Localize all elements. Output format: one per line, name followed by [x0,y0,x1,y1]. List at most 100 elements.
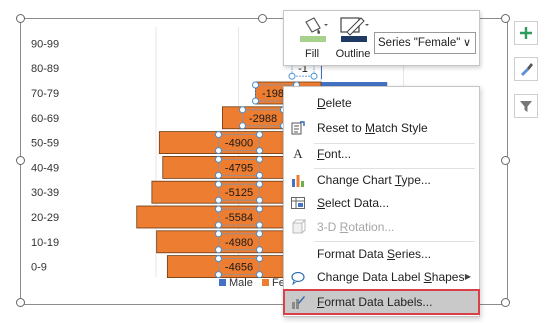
data-label-selection-handle [256,147,263,155]
category-label: 80-89 [31,63,59,75]
category-label: 70-79 [31,88,59,100]
chart-filters-button[interactable] [514,94,538,118]
data-label-female: -4656 [225,262,253,274]
data-label-female: -5125 [225,187,253,199]
outline-pen-icon [340,17,369,42]
data-label-selection-handle [215,205,222,213]
series-select-value: Series "Female" [378,37,461,49]
data-label-selection-handle [239,106,246,114]
chart-type-icon [290,172,306,188]
menu-item-label: 3-D Rotation... [317,220,395,234]
chart-resize-handle-left[interactable] [16,156,25,165]
data-label-selection-handle [215,196,222,204]
category-label: 40-49 [31,162,59,174]
chart-resize-handle-tr[interactable] [501,14,510,23]
legend-swatch-male [219,279,226,286]
menu-item-format-data-series[interactable]: Format Data Series... [284,242,479,266]
chart-filters-icon [520,101,532,112]
data-label-selection-handle [239,122,246,130]
fill-bucket-icon [300,17,328,42]
category-label: 0-9 [31,262,47,274]
data-label-selection-handle [256,171,263,179]
category-label: 50-59 [31,138,59,150]
data-label-selection-handle [256,180,263,188]
data-label-selection-handle [252,81,259,89]
fill-label: Fill [304,48,320,60]
chart-element-select[interactable]: Series "Female" ∨ [374,32,476,54]
data-label-selection-handle [256,230,263,238]
menu-item-change-label-shapes[interactable]: Change Data Label Shapes ▶ [284,265,479,289]
font-icon: A [293,146,303,161]
select-data-icon [290,195,306,211]
menu-item-label: Font... [317,147,352,161]
rotation-3d-icon [290,219,306,235]
data-label-female: -4980 [225,237,253,249]
data-label-selection-handle [256,246,263,254]
menu-item-reset-style[interactable]: Reset to Match Style [284,116,479,140]
data-label-selection-handle [256,255,263,263]
data-label-selection-handle [215,180,222,188]
data-label-selection-handle [256,131,263,139]
menu-item-label: Change Chart Type... [317,173,431,187]
data-label-selection-handle [215,171,222,179]
menu-item-delete[interactable]: Delete [284,91,479,115]
format-mini-toolbar: Fill Outline Series "Female" ∨ [283,10,480,66]
chart-resize-handle-right[interactable] [501,156,510,165]
menu-item-label: Change Data Label Shapes [317,270,465,284]
data-label-female: -5584 [225,212,253,224]
data-label-selection-handle [215,255,222,263]
chart-resize-handle-bl[interactable] [16,298,25,307]
chevron-down-icon: ∨ [462,37,471,49]
menu-item-font[interactable]: A Font... [284,142,479,166]
category-label: 90-99 [31,38,59,50]
menu-item-3d-rotation[interactable]: 3-D Rotation... [284,215,479,239]
legend-swatch-female [262,279,269,286]
data-label-selection-handle [288,72,296,80]
data-label-selection-handle [215,147,222,155]
data-label-selection-handle [256,271,263,279]
chart-elements-button[interactable] [514,21,538,45]
menu-item-change-chart-type[interactable]: Change Chart Type... [284,168,479,192]
data-label-female: -2988 [249,113,277,125]
data-label-selection-handle [256,196,263,204]
format-labels-icon [290,294,306,310]
data-label-selection-handle [215,271,222,279]
menu-item-format-data-labels[interactable]: Format Data Labels... [283,289,480,315]
menu-item-label: Delete [317,96,352,110]
data-label-selection-handle [215,221,222,229]
data-label-selection-handle [215,155,222,163]
label-shapes-icon [290,269,306,285]
menu-item-label: Format Data Series... [317,247,432,261]
data-label-selection-handle [256,155,263,163]
data-label-female: -4900 [225,138,253,150]
category-label: 20-29 [31,212,59,224]
data-label-female: -4795 [225,162,253,174]
menu-item-select-data[interactable]: Select Data... [284,191,479,215]
menu-item-label: Reset to Match Style [317,121,428,135]
chart-resize-handle-tl[interactable] [16,14,25,23]
data-label-selection-handle [215,230,222,238]
category-label: 10-19 [31,237,59,249]
chart-elements-icon [520,27,532,39]
menu-item-label: Format Data Labels... [317,295,433,309]
data-label-selection-handle [252,97,259,105]
context-menu: Delete Reset to Match Style A Font... Ch… [283,86,480,317]
outline-button[interactable]: Outline [331,14,375,64]
chart-resize-handle-top[interactable] [258,14,267,23]
data-label-selection-handle [215,131,222,139]
data-label-selection-handle [256,221,263,229]
chart-resize-handle-br[interactable] [501,298,510,307]
chart-styles-icon [521,63,533,76]
fill-button[interactable]: Fill [290,14,334,64]
legend-entry-male: Male [229,277,253,289]
menu-item-label: Select Data... [317,196,390,210]
category-label: 30-39 [31,187,59,199]
data-label-selection-handle [310,72,318,80]
chart-styles-button[interactable] [514,57,538,81]
category-label: 60-69 [31,113,59,125]
outline-label: Outline [335,48,371,60]
data-label-selection-handle [215,246,222,254]
data-label-selection-handle [256,205,263,213]
reset-style-icon [290,120,306,136]
submenu-arrow-icon: ▶ [464,272,471,281]
